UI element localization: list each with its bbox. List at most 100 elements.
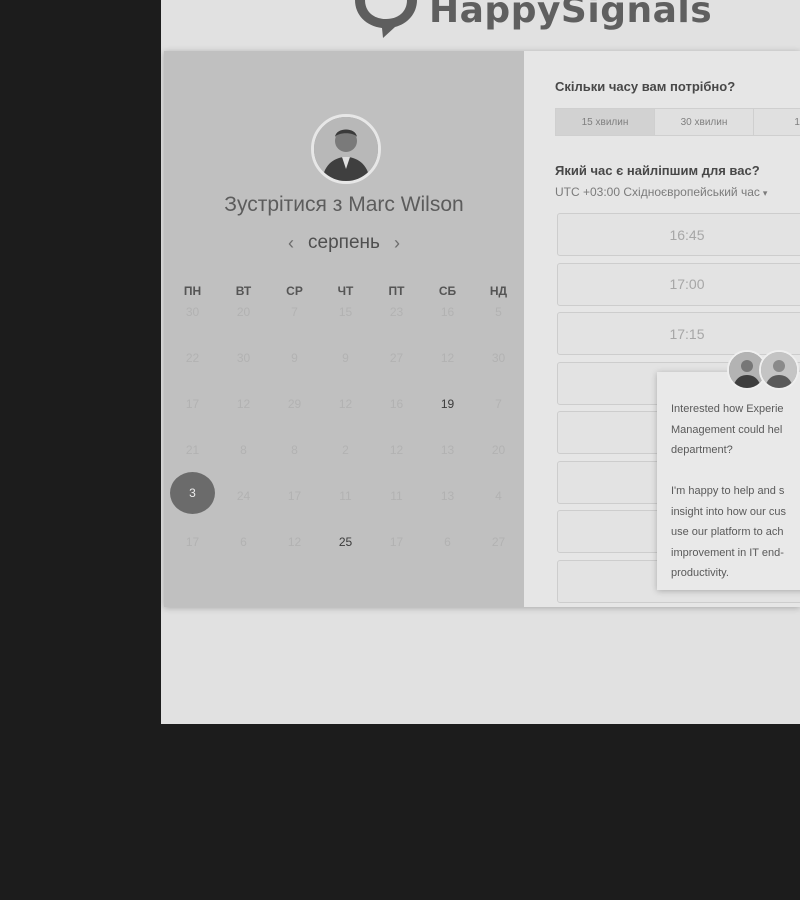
day-number: 24	[236, 489, 251, 503]
chat-line: productivity.	[671, 567, 729, 579]
timezone-select[interactable]: UTC +03:00 Східноєвропейський час ▾	[555, 185, 767, 199]
chevron-right-icon[interactable]: ›	[394, 233, 400, 254]
calendar-day: 27	[473, 517, 524, 563]
calendar-day: 21	[167, 425, 218, 471]
calendar-panel: Зустрітися з Marc Wilson ‹ серпень › ПН В…	[164, 51, 524, 607]
time-slot-button[interactable]: 17:00	[557, 262, 800, 306]
time-slot-button[interactable]: 17:15	[557, 312, 800, 355]
chat-line: Interested how Experie	[671, 403, 784, 415]
timezone-label: UTC +03:00 Східноєвропейський час	[555, 185, 760, 199]
day-number: 9	[342, 351, 349, 365]
calendar-day: 9	[320, 333, 371, 379]
calendar-day: 11	[371, 471, 422, 517]
day-number: 15	[338, 305, 353, 319]
calendar-day: 9	[269, 333, 320, 379]
calendar-day: 12	[218, 379, 269, 425]
day-number: 4	[495, 489, 502, 503]
day-number: 8	[240, 443, 247, 457]
time-question: Який час є найліпшим для вас?	[555, 163, 760, 178]
duration-option[interactable]: 1 го	[754, 109, 800, 135]
current-month: серпень	[308, 232, 380, 253]
day-number: 8	[291, 443, 298, 457]
brand-name: HappySignals	[429, 0, 713, 31]
calendar-day: 27	[371, 333, 422, 379]
calendar-day: 7	[269, 287, 320, 333]
day-number: 17	[287, 489, 302, 503]
chat-message: Interested how Experie Management could h…	[671, 399, 800, 584]
calendar-day[interactable]: 19	[422, 379, 473, 425]
day-number: 29	[287, 397, 302, 411]
chat-paragraph: Interested how Experie Management could h…	[671, 399, 800, 461]
month-navigation: ‹ серпень ›	[164, 232, 524, 254]
calendar-day: 6	[422, 517, 473, 563]
day-number: 5	[495, 305, 502, 319]
day-number: 6	[444, 535, 451, 549]
calendar-day: 22	[167, 333, 218, 379]
calendar-day: 17	[167, 379, 218, 425]
day-number: 17	[185, 535, 200, 549]
duration-option[interactable]: 15 хвилин	[556, 109, 655, 135]
day-number: 27	[389, 351, 404, 365]
time-slot-button[interactable]: 16:45	[557, 213, 800, 256]
calendar-day: 7	[473, 379, 524, 425]
day-number: 12	[440, 351, 455, 365]
day-number: 7	[495, 397, 502, 411]
calendar-day[interactable]: 25	[320, 517, 371, 563]
day-number: 17	[185, 397, 200, 411]
day-number: 17	[389, 535, 404, 549]
calendar-day: 29	[269, 379, 320, 425]
calendar-day: 16	[422, 287, 473, 333]
chat-avatar	[759, 350, 799, 390]
day-number: 7	[291, 305, 298, 319]
caret-down-icon: ▾	[762, 188, 768, 198]
day-number: 11	[339, 489, 352, 503]
happysignals-logo: HappySignals	[353, 0, 712, 38]
calendar-day: 2	[320, 425, 371, 471]
calendar-day: 24	[218, 471, 269, 517]
chevron-left-icon[interactable]: ‹	[288, 233, 294, 254]
time-slot-label: 16:45	[669, 226, 705, 243]
day-number: 13	[440, 489, 455, 503]
day-number: 25	[338, 535, 353, 549]
day-number: 20	[236, 305, 251, 319]
chat-line: use our platform to ach	[671, 526, 784, 538]
calendar-day: 23	[371, 287, 422, 333]
day-number: 27	[491, 535, 506, 549]
day-number: 20	[491, 443, 506, 457]
calendar-day-selected[interactable]: 3	[167, 471, 218, 517]
meeting-title: Зустрітися з Marc Wilson	[224, 193, 464, 216]
day-number: 23	[389, 305, 404, 319]
calendar-day: 11	[320, 471, 371, 517]
day-number: 13	[440, 443, 455, 457]
day-number: 16	[389, 397, 404, 411]
chat-line: improvement in IT end-	[671, 546, 784, 559]
duration-selector: 15 хвилин30 хвилин1 го	[555, 108, 800, 136]
calendar-day: 8	[218, 425, 269, 471]
day-number: 12	[389, 443, 404, 457]
calendar-day: 6	[218, 517, 269, 563]
calendar-day: 12	[422, 333, 473, 379]
chat-paragraph: I'm happy to help and s insight into how …	[671, 481, 800, 584]
chat-line: I'm happy to help and s	[671, 485, 785, 497]
day-number: 30	[491, 351, 506, 365]
person-photo-icon	[761, 352, 797, 388]
duration-option[interactable]: 30 хвилин	[655, 109, 754, 135]
calendar-day: 13	[422, 425, 473, 471]
calendar-day: 17	[167, 517, 218, 563]
chat-popup[interactable]: Interested how Experie Management could h…	[657, 350, 800, 590]
speech-bubble-logo-icon	[355, 0, 417, 38]
calendar-day: 30	[167, 287, 218, 333]
calendar-day: 15	[320, 287, 371, 333]
time-slot-label: 17:15	[669, 325, 705, 342]
chat-avatars	[727, 350, 799, 392]
day-number: 19	[440, 397, 455, 411]
day-number: 16	[440, 305, 455, 319]
host-avatar	[311, 114, 381, 184]
day-number: 2	[342, 443, 349, 457]
day-number: 6	[240, 535, 247, 549]
calendar-day: 5	[473, 287, 524, 333]
duration-question: Скільки часу вам потрібно?	[555, 79, 736, 94]
calendar-grid: 30 20 7 15 23 16 5 22 30 9 9 27 12 30 17 12 29 12 16 19 7 21 8…	[167, 287, 521, 563]
day-number: 30	[185, 305, 200, 319]
calendar-day: 12	[320, 379, 371, 425]
